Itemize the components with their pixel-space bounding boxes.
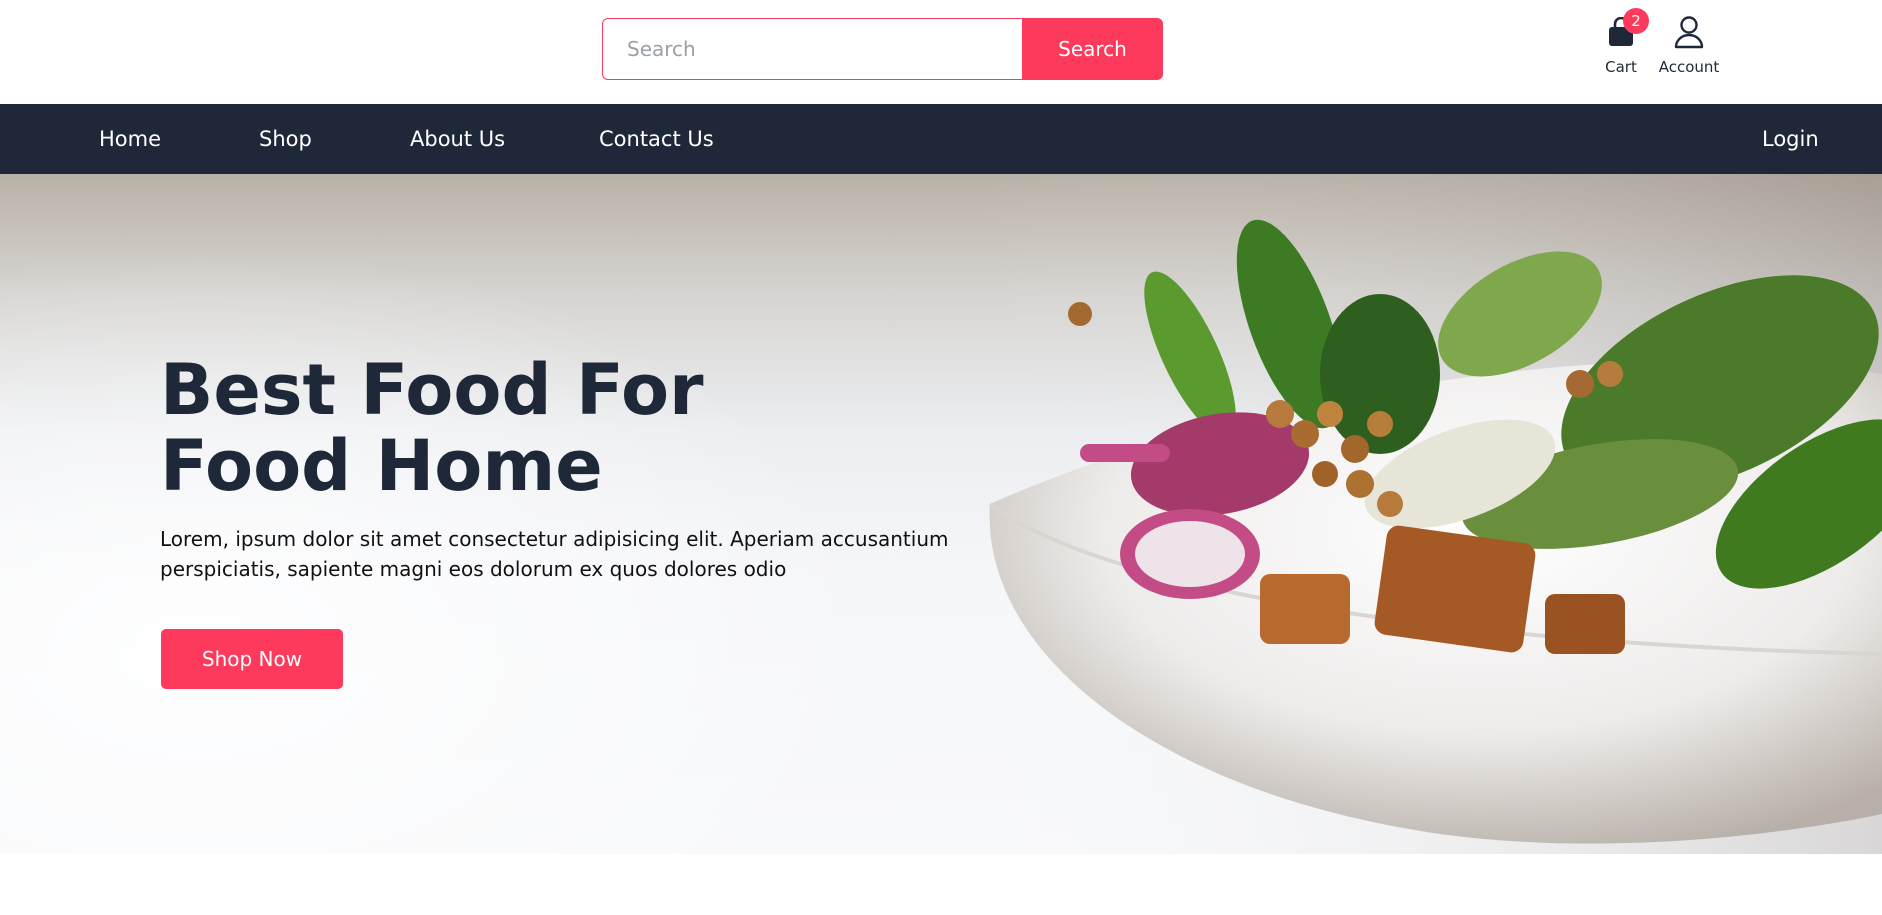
cart-button[interactable]: 2 Cart (1598, 8, 1649, 76)
nav-item-contact-us[interactable]: Contact Us (599, 104, 714, 174)
search-input[interactable] (602, 18, 1022, 80)
account-button[interactable]: Account (1653, 12, 1725, 76)
top-header: Search 2 Cart Account (0, 0, 1882, 104)
cart-count-badge: 2 (1623, 8, 1649, 34)
nav-item-shop[interactable]: Shop (259, 104, 312, 174)
user-icon (1669, 12, 1709, 52)
nav-item-home[interactable]: Home (99, 104, 161, 174)
login-link[interactable]: Login (1762, 104, 1819, 174)
shopping-bag-icon: 2 (1601, 8, 1649, 52)
search-button[interactable]: Search (1022, 18, 1163, 80)
hero-title: Best Food For Food Home (160, 349, 704, 507)
account-label: Account (1658, 58, 1720, 76)
salad-bowl-image (960, 174, 1882, 854)
hero-background-shade (0, 174, 1000, 854)
hero-banner: Best Food For Food Home Lorem, ipsum dol… (0, 174, 1882, 854)
main-nav: Home Shop About Us Contact Us Login (0, 104, 1882, 174)
search-form: Search (602, 18, 1163, 80)
hero-description: Lorem, ipsum dolor sit amet consectetur … (160, 527, 949, 581)
nav-item-about-us[interactable]: About Us (410, 104, 505, 174)
cart-label: Cart (1605, 58, 1637, 76)
shop-now-button[interactable]: Shop Now (161, 629, 343, 689)
